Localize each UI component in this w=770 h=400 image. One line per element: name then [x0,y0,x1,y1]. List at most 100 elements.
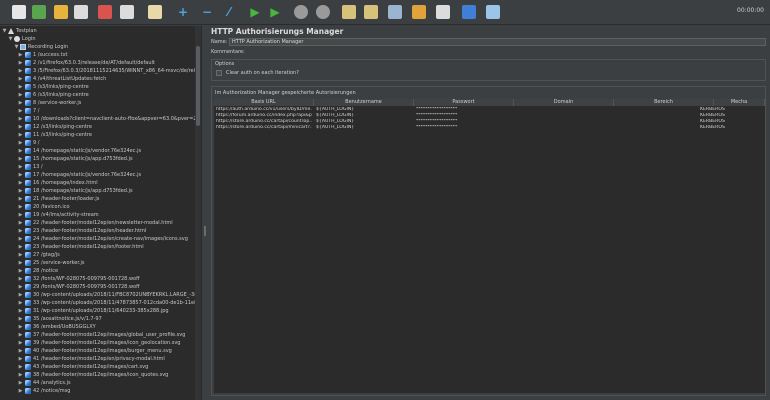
search-icon[interactable] [388,5,402,19]
expand-arrow-icon[interactable]: ▶ [18,307,23,315]
expand-arrow-icon[interactable]: ▶ [18,139,23,147]
tree-item-sampler[interactable]: ▶ 18 /homepage/static/js/app.d753fded.js [0,187,195,195]
stop-icon[interactable] [294,5,308,19]
tree-item-sampler[interactable]: ▶ 35 /aosattnotice.js/v/1.7-97 [0,315,195,323]
tree-item-sampler[interactable]: ▶ 38 /header-footer/model12ep/images/icon… [0,371,195,379]
tree-item-sampler[interactable]: ▶ 11 /s3/links/ping-centre [0,131,195,139]
column-header[interactable]: Domain [514,99,614,106]
paste-icon[interactable] [148,5,162,19]
tree-item-sampler[interactable]: ▶ 3 /5/Firefox/63.0.3/20181115214635/WINN… [0,67,195,75]
tree-item-sampler[interactable]: ▶ 29 /fonts/WF-028075-009795-001728.woff [0,283,195,291]
tree-item-sampler[interactable]: ▶ 15 /homepage/static/js/app.d753fded.js [0,155,195,163]
tree-thread-group-login[interactable]: ▼ Login [0,35,195,43]
clear-auth-checkbox[interactable] [216,70,222,76]
expand-arrow-icon[interactable]: ▶ [18,219,23,227]
name-input[interactable]: HTTP Authorization Manager [229,38,766,46]
expand-arrow-icon[interactable]: ▶ [18,299,23,307]
collapse-arrow-icon[interactable]: ▼ [8,35,13,43]
expand-arrow-icon[interactable]: ▶ [18,387,23,395]
expand-arrow-icon[interactable]: ▶ [18,323,23,331]
tree-item-sampler[interactable]: ▶ 10 /downloads?client=navclient-auto-ffo… [0,115,195,123]
table-row[interactable]: https://store.arduino.cc/cartapi/minicar… [214,125,765,131]
tree-item-sampler[interactable]: ▶ 27 /gtag/js [0,251,195,259]
expand-arrow-icon[interactable]: ▶ [18,235,23,243]
templates-icon[interactable] [32,5,46,19]
tree-item-sampler[interactable]: ▶ 5 /s3/links/ping-centre [0,83,195,91]
tree-item-sampler[interactable]: ▶ 37 /header-footer/model12ep/images/glob… [0,331,195,339]
tree-item-sampler[interactable]: ▶ 21 /header-footer/loader.js [0,195,195,203]
expand-arrow-icon[interactable]: ▶ [18,123,23,131]
expand-arrow-icon[interactable]: ▶ [18,275,23,283]
tree-item-sampler[interactable]: ▶ 22 /header-footer/model12ep/en/newslett… [0,219,195,227]
expand-arrow-icon[interactable]: ▶ [18,75,23,83]
column-header[interactable]: Passwort [414,99,514,106]
column-header[interactable]: Mecha [714,99,765,106]
expand-arrow-icon[interactable]: ▶ [18,339,23,347]
tree-item-sampler[interactable]: ▶ 14 /homepage/static/js/vendor.76e324ec.… [0,147,195,155]
tree-item-sampler[interactable]: ▶ 23 /header-footer/model12ep/en/footer.h… [0,243,195,251]
shutdown-icon[interactable] [316,5,330,19]
expand-arrow-icon[interactable]: ▶ [18,107,23,115]
expand-arrow-icon[interactable]: ▶ [18,283,23,291]
splitter-grip-icon[interactable] [204,226,206,236]
tree-item-sampler[interactable]: ▶ 7 / [0,107,195,115]
expand-arrow-icon[interactable]: ▶ [18,195,23,203]
auth-table-body[interactable] [214,106,765,393]
tree-root-testplan[interactable]: ▼ Testplan [0,27,195,35]
tree-item-sampler[interactable]: ▶ 36 /embed/UoBUSGGLXY [0,323,195,331]
toggle-icon[interactable]: ⁄ [222,4,236,20]
expand-arrow-icon[interactable]: ▶ [18,179,23,187]
reset-search-icon[interactable] [412,5,426,19]
tree-item-sampler[interactable]: ▶ 1 /success.txt [0,51,195,59]
clear-all-icon[interactable] [364,5,378,19]
expand-arrow-icon[interactable]: ▶ [18,243,23,251]
clear-icon[interactable] [342,5,356,19]
expand-arrow-icon[interactable]: ▶ [18,331,23,339]
expand-arrow-icon[interactable]: ▶ [18,187,23,195]
expand-arrow-icon[interactable]: ▶ [18,59,23,67]
function-helper-icon[interactable] [436,5,450,19]
expand-arrow-icon[interactable]: ▶ [18,131,23,139]
tree-item-sampler[interactable]: ▶ 23 /header-footer/model12ep/en/header.h… [0,227,195,235]
tree-item-sampler[interactable]: ▶ 8 /service-worker.js [0,99,195,107]
tree-item-sampler[interactable]: ▶ 6 /s3/links/ping-centre [0,91,195,99]
expand-arrow-icon[interactable]: ▶ [18,203,23,211]
tree-item-sampler[interactable]: ▶ 43 /header-footer/model12ep/images/cart… [0,363,195,371]
collapse-icon[interactable]: − [200,4,214,20]
comments-input[interactable] [247,48,766,56]
tree-item-sampler[interactable]: ▶ 13 / [0,163,195,171]
expand-arrow-icon[interactable]: ▶ [18,259,23,267]
expand-arrow-icon[interactable]: ▶ [18,211,23,219]
expand-arrow-icon[interactable]: ▶ [18,83,23,91]
start-no-pause-icon[interactable]: ▶ [268,4,282,20]
expand-arrow-icon[interactable]: ▶ [18,251,23,259]
tree-item-sampler[interactable]: ▶ 30 /wp-content/uploads/2018/11/FBC8702U… [0,291,195,299]
tree-item-sampler[interactable]: ▶ 19 /v4/lms/activity-stream [0,211,195,219]
tree-item-sampler[interactable]: ▶ 12 /s3/links/ping-centre [0,123,195,131]
expand-arrow-icon[interactable]: ▶ [18,347,23,355]
expand-arrow-icon[interactable]: ▶ [18,379,23,387]
tree-item-sampler[interactable]: ▶ 42 /notice/msg [0,387,195,395]
expand-arrow-icon[interactable]: ▶ [18,291,23,299]
expand-arrow-icon[interactable]: ▶ [18,91,23,99]
save-icon[interactable] [74,5,88,19]
new-plan-icon[interactable] [12,5,26,19]
expand-arrow-icon[interactable]: ▶ [18,363,23,371]
expand-arrow-icon[interactable]: ▶ [18,171,23,179]
start-icon[interactable]: ▶ [248,4,262,20]
test-plan-tree[interactable]: ▼ Testplan ▼ Login ▼ Recording Login ▶ 1 … [0,26,195,400]
expand-arrow-icon[interactable]: ▶ [18,163,23,171]
column-header[interactable]: Benutzername [314,99,414,106]
copy-icon[interactable] [120,5,134,19]
expand-arrow-icon[interactable]: ▶ [18,147,23,155]
expand-arrow-icon[interactable]: ▶ [18,371,23,379]
tree-item-sampler[interactable]: ▶ 17 /homepage/static/js/vendor.76e324ec.… [0,171,195,179]
open-icon[interactable] [54,5,68,19]
tree-item-sampler[interactable]: ▶ 40 /header-footer/model12ep/images/burg… [0,347,195,355]
tree-item-sampler[interactable]: ▶ 28 /notice [0,267,195,275]
tree-item-sampler[interactable]: ▶ 41 /header-footer/model12ep/en/privacy-… [0,355,195,363]
expand-arrow-icon[interactable]: ▶ [18,155,23,163]
tree-item-sampler[interactable]: ▶ 2 /v1/firefox/63.0.3/release/de/AT/defa… [0,59,195,67]
tree-item-sampler[interactable]: ▶ 9 / [0,139,195,147]
remote-icon[interactable] [486,5,500,19]
